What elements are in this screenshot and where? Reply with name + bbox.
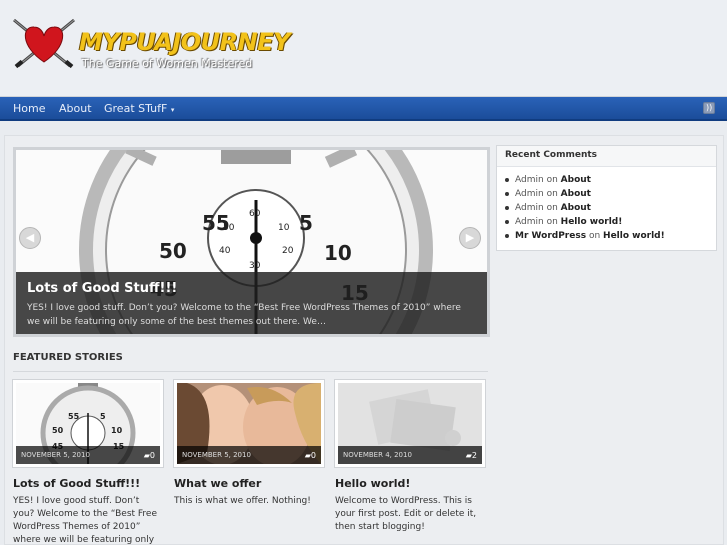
nav-home[interactable]: Home: [13, 102, 45, 115]
comment-post-link[interactable]: Hello world!: [561, 217, 623, 227]
card-excerpt: YES! I love good stuff. Don’t you? Welco…: [13, 496, 158, 545]
featured-card: 55 5 50 10 45 15 NOVEMBER 5, 2010 ▰0 Lot…: [12, 379, 164, 545]
comment-post-link[interactable]: About: [561, 175, 591, 185]
comment-sep: on: [546, 217, 558, 227]
svg-text:10: 10: [324, 241, 352, 265]
svg-text:40: 40: [219, 246, 231, 256]
card-date: NOVEMBER 5, 2010: [177, 446, 321, 464]
comment-author: Admin: [515, 175, 544, 185]
site-tagline: The Game of Women Mastered: [82, 57, 253, 70]
card-date: NOVEMBER 4, 2010: [338, 446, 482, 464]
featured-card: NOVEMBER 5, 2010 ▰0 What we offer This i…: [173, 379, 325, 508]
recent-comments-widget: Recent Comments Admin on About Admin on …: [496, 145, 717, 251]
card-thumbnail[interactable]: NOVEMBER 5, 2010 ▰0: [173, 379, 325, 468]
slider-caption: Lots of Good Stuff!!! YES! I love good s…: [16, 272, 487, 334]
list-item: Admin on About: [505, 173, 710, 187]
card-title[interactable]: Hello world!: [335, 477, 485, 490]
nav-great-stuff[interactable]: Great STufF ▾: [104, 102, 174, 115]
card-title[interactable]: Lots of Good Stuff!!!: [13, 477, 163, 490]
svg-text:50: 50: [52, 426, 64, 435]
card-thumbnail[interactable]: 55 5 50 10 45 15 NOVEMBER 5, 2010 ▰0: [12, 379, 164, 468]
slider-title[interactable]: Lots of Good Stuff!!!: [27, 281, 177, 296]
featured-heading: FEATURED STORIES: [13, 352, 123, 363]
divider: [13, 371, 488, 372]
svg-text:55: 55: [68, 412, 80, 421]
comment-sep: on: [588, 231, 601, 241]
card-thumbnail[interactable]: NOVEMBER 4, 2010 ▰2: [334, 379, 486, 468]
card-title[interactable]: What we offer: [174, 477, 324, 490]
comment-post-link[interactable]: About: [561, 189, 591, 199]
svg-text:20: 20: [282, 246, 294, 256]
comment-post-link[interactable]: Hello world!: [603, 231, 665, 241]
list-item: Mr WordPress on Hello world!: [505, 229, 710, 243]
svg-text:50: 50: [159, 239, 187, 263]
left-arrow-icon[interactable]: ◀: [19, 227, 41, 249]
widget-title: Recent Comments: [497, 146, 716, 167]
comment-author: Admin: [515, 203, 544, 213]
site-header: MYPUAJOURNEY The Game of Women Mastered: [0, 0, 727, 97]
main-navigation: Home About Great STufF ▾ )): [0, 97, 727, 121]
featured-slider: 55 5 50 10 45 15 60 50 10 40 20 30 ◀ ▶ L…: [13, 147, 490, 337]
chevron-down-icon: ▾: [170, 106, 175, 114]
site-title[interactable]: MYPUAJOURNEY: [79, 28, 291, 56]
card-excerpt: This is what we offer. Nothing!: [174, 496, 311, 506]
comment-count[interactable]: ▰2: [466, 451, 477, 460]
comment-count-value: 0: [149, 451, 155, 460]
comment-author[interactable]: Mr WordPress: [515, 231, 586, 241]
comment-author: Admin: [515, 217, 544, 227]
list-item: Admin on About: [505, 187, 710, 201]
nav-great-stuff-label: Great STufF: [104, 102, 168, 115]
svg-text:5: 5: [100, 412, 106, 421]
comment-sep: on: [546, 203, 558, 213]
comment-post-link[interactable]: About: [561, 203, 591, 213]
comment-author: Admin: [515, 189, 544, 199]
svg-text:10: 10: [278, 223, 290, 233]
card-excerpt: Welcome to WordPress. This is your first…: [335, 496, 477, 532]
svg-text:50: 50: [223, 223, 235, 233]
comment-count[interactable]: ▰0: [144, 451, 155, 460]
slider-excerpt: YES! I love good stuff. Don’t you? Welco…: [27, 303, 461, 327]
heart-swords-logo-icon[interactable]: [10, 18, 78, 70]
comment-count-value: 2: [471, 451, 477, 460]
right-arrow-icon[interactable]: ▶: [459, 227, 481, 249]
featured-card: NOVEMBER 4, 2010 ▰2 Hello world! Welcome…: [334, 379, 486, 534]
svg-text:5: 5: [299, 211, 313, 235]
list-item: Admin on Hello world!: [505, 215, 710, 229]
svg-text:10: 10: [111, 426, 123, 435]
card-date: NOVEMBER 5, 2010: [16, 446, 160, 464]
content-area: 55 5 50 10 45 15 60 50 10 40 20 30 ◀ ▶ L…: [4, 135, 724, 545]
comment-sep: on: [546, 189, 558, 199]
comment-count-value: 0: [310, 451, 316, 460]
comment-list: Admin on About Admin on About Admin on A…: [497, 167, 716, 243]
comment-sep: on: [546, 175, 558, 185]
list-item: Admin on About: [505, 201, 710, 215]
nav-about[interactable]: About: [59, 102, 92, 115]
rss-icon[interactable]: )): [703, 102, 715, 114]
comment-count[interactable]: ▰0: [305, 451, 316, 460]
